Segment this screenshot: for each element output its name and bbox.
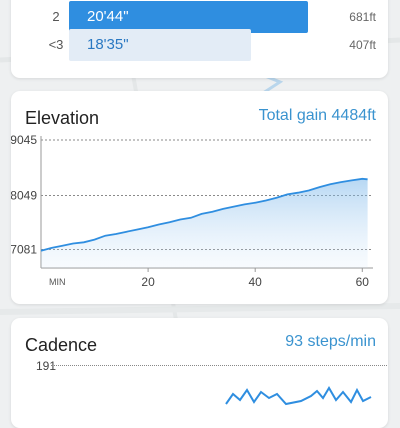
split-bar: 18'35" (69, 29, 251, 61)
elevation-x-tick-label: 60 (356, 275, 370, 289)
splits-card: 2 20'44" 681ft <3 18'35" 407ft (11, 0, 388, 78)
elevation-y-tick-label: 8049 (11, 189, 37, 203)
elevation-x-tick-label: 40 (249, 275, 263, 289)
split-distance: 407ft (349, 38, 376, 52)
elevation-card: Elevation Total gain 4484ft 9045 8049 7081… (11, 91, 388, 304)
elevation-chart: 9045 8049 7081 20 40 60 MIN (11, 133, 373, 289)
split-label: <3 (48, 37, 64, 52)
cadence-line (225, 386, 372, 406)
elevation-x-tick-label: 20 (141, 275, 155, 289)
elevation-y-tick-label: 7081 (11, 243, 37, 257)
split-row: <3 18'35" 407ft (11, 29, 388, 61)
cadence-card: Cadence 93 steps/min 191 (11, 318, 388, 428)
elevation-y-tick-label: 9045 (11, 133, 37, 147)
elevation-x-unit-label: MIN (49, 277, 66, 287)
elevation-area (41, 178, 368, 268)
split-time: 18'35" (87, 36, 129, 53)
